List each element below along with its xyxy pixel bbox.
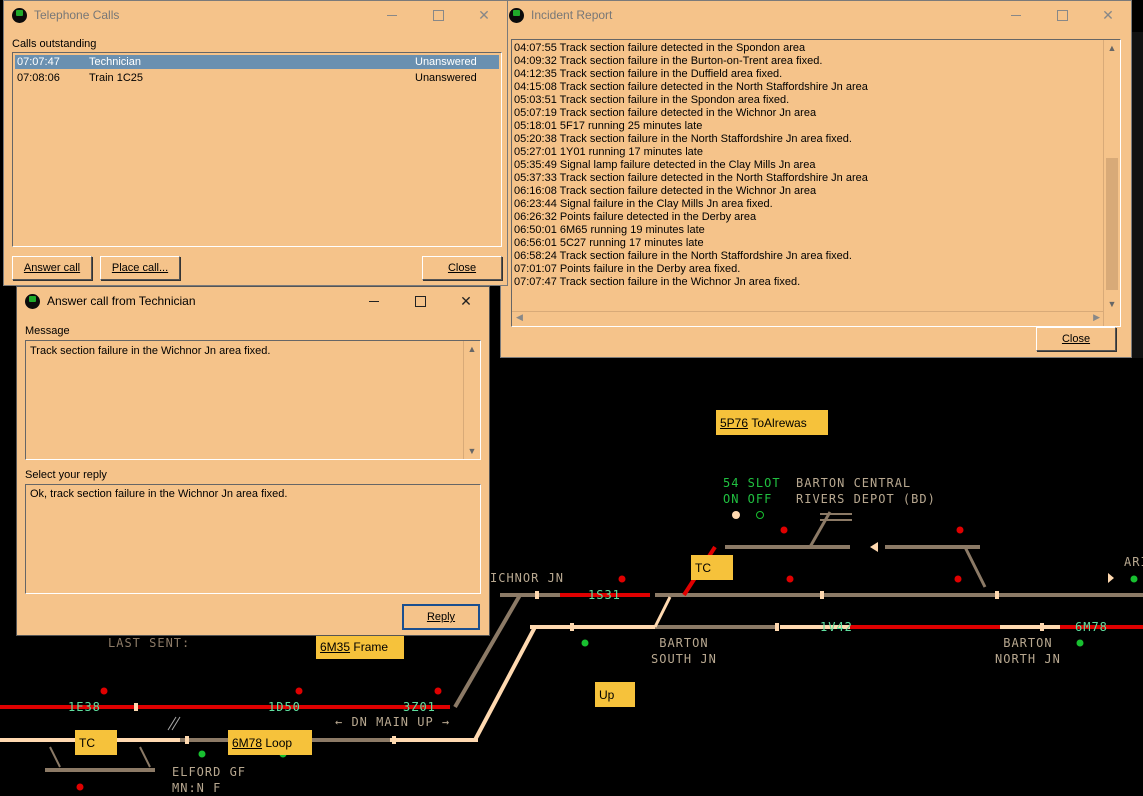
log-entry: 07:01:07 Points failure in the Derby are…	[514, 263, 741, 275]
close-icon[interactable]: ✕	[1085, 1, 1131, 29]
scroll-left-icon[interactable]: ◀	[516, 312, 523, 323]
call-caller: Train 1C25	[89, 72, 144, 84]
minimize-icon[interactable]	[351, 287, 397, 315]
wichnor-label: ICHNOR JN	[490, 571, 565, 585]
barton-north-label: BARTON NORTH JN	[995, 636, 1061, 666]
answer-call-titlebar[interactable]: Answer call from Technician ✕	[17, 287, 489, 315]
scroll-down-icon[interactable]: ▼	[464, 443, 480, 459]
close-icon[interactable]: ✕	[443, 287, 489, 315]
incident-log-entries: 04:07:55 Track section failure detected …	[514, 42, 868, 289]
call-time: 07:07:47	[17, 56, 60, 68]
call-caller: Technician	[89, 56, 141, 68]
message-label: Message	[25, 325, 70, 337]
log-entry: 05:35:49 Signal lamp failure detected in…	[514, 159, 816, 171]
log-entry: 07:07:47 Track section failure in the Wi…	[514, 276, 801, 288]
dn-main-up-label: ← DN MAIN UP →	[335, 715, 451, 729]
log-entry: 04:07:55 Track section failure detected …	[514, 42, 806, 54]
log-entry: 06:23:44 Signal failure in the Clay Mill…	[514, 198, 773, 210]
window-title: Answer call from Technician	[47, 294, 196, 308]
app-icon	[509, 7, 524, 23]
reply-list[interactable]: Ok, track section failure in the Wichnor…	[25, 484, 481, 594]
vertical-scrollbar[interactable]: ▲ ▼	[1103, 40, 1120, 326]
reply-option[interactable]: Ok, track section failure in the Wichnor…	[30, 488, 287, 500]
message-box[interactable]: Track section failure in the Wichnor Jn …	[25, 340, 481, 460]
scroll-up-icon[interactable]: ▲	[1104, 40, 1120, 56]
call-status: Unanswered	[415, 56, 477, 68]
train-tag-6m35[interactable]: 6M35 Frame	[316, 634, 404, 659]
close-icon[interactable]: ✕	[461, 1, 507, 29]
telephone-calls-titlebar[interactable]: Telephone Calls ✕	[4, 1, 507, 29]
berth-1e38[interactable]: 1E38	[68, 700, 101, 714]
reply-label: Select your reply	[25, 469, 107, 481]
window-title: Telephone Calls	[34, 8, 120, 22]
log-entry: 05:27:01 1Y01 running 17 minutes late	[514, 146, 703, 158]
app-icon	[25, 293, 40, 309]
train-tag-6m78[interactable]: 6M78 Loop	[228, 730, 312, 755]
reply-button[interactable]: Reply	[403, 605, 479, 629]
berth-3z01[interactable]: 3Z01	[403, 700, 436, 714]
tc-tag-lower[interactable]: TC	[75, 730, 117, 755]
scroll-thumb[interactable]	[1106, 158, 1118, 290]
log-entry: 06:16:08 Track section failure detected …	[514, 185, 817, 197]
log-entry: 06:56:01 5C27 running 17 minutes late	[514, 237, 704, 249]
call-time: 07:08:06	[17, 72, 60, 84]
elford-label: ELFORD GF MN:N F	[172, 765, 247, 795]
call-row[interactable]: 07:08:06 Train 1C25 Unanswered	[15, 71, 499, 85]
minimize-icon[interactable]	[369, 1, 415, 29]
message-scrollbar[interactable]: ▲ ▼	[463, 341, 480, 459]
calls-close-button[interactable]: Close	[422, 256, 502, 280]
barton-central-label: BARTON CENTRAL RIVERS DEPOT (BD)	[796, 476, 936, 506]
berth-6m78[interactable]: 6M78	[1075, 620, 1108, 634]
log-entry: 05:03:51 Track section failure in the Sp…	[514, 94, 790, 106]
place-call-button[interactable]: Place call...	[100, 256, 180, 280]
incident-report-window: Incident Report ✕ 04:07:55 Track section…	[500, 0, 1132, 358]
incident-report-titlebar[interactable]: Incident Report ✕	[501, 1, 1131, 29]
scroll-up-icon[interactable]: ▲	[464, 341, 480, 357]
calls-list[interactable]: 07:07:47 Technician Unanswered 07:08:06 …	[12, 52, 502, 247]
barton-south-label: BARTON SOUTH JN	[651, 636, 717, 666]
horizontal-scrollbar[interactable]: ◀ ▶	[512, 311, 1104, 326]
scroll-right-icon[interactable]: ▶	[1093, 312, 1100, 323]
log-entry: 06:50:01 6M65 running 19 minutes late	[514, 224, 705, 236]
app-icon	[12, 7, 27, 23]
call-status: Unanswered	[415, 72, 477, 84]
edge-label: ARI	[1124, 555, 1143, 569]
call-row[interactable]: 07:07:47 Technician Unanswered	[15, 55, 499, 69]
maximize-icon[interactable]	[1039, 1, 1085, 29]
berth-1s31[interactable]: 1S31	[588, 588, 621, 602]
train-tag-5p76[interactable]: 5P76 ToAlrewas	[716, 410, 828, 435]
log-entry: 05:37:33 Track section failure detected …	[514, 172, 868, 184]
window-title: Incident Report	[531, 8, 613, 22]
minimize-icon[interactable]	[993, 1, 1039, 29]
log-entry: 04:15:08 Track section failure detected …	[514, 81, 868, 93]
up-tag[interactable]: Up	[595, 682, 635, 707]
maximize-icon[interactable]	[415, 1, 461, 29]
berth-1v42[interactable]: 1V42	[820, 620, 853, 634]
log-entry: 06:58:24 Track section failure in the No…	[514, 250, 852, 262]
incident-close-button[interactable]: Close	[1036, 327, 1116, 351]
answer-call-window: Answer call from Technician ✕ Message Tr…	[16, 286, 490, 636]
answer-call-button[interactable]: Answer call	[12, 256, 92, 280]
log-entry: 05:07:19 Track section failure detected …	[514, 107, 817, 119]
maximize-icon[interactable]	[397, 287, 443, 315]
slot-label: 54 SLOT ON OFF	[723, 476, 781, 506]
log-entry: 04:09:32 Track section failure in the Bu…	[514, 55, 823, 67]
incident-log[interactable]: 04:07:55 Track section failure detected …	[511, 39, 1121, 327]
log-entry: 04:12:35 Track section failure in the Du…	[514, 68, 783, 80]
tc-tag-upper[interactable]: TC	[691, 555, 733, 580]
last-sent-label: LAST SENT:	[108, 636, 191, 650]
log-entry: 06:26:32 Points failure detected in the …	[514, 211, 757, 223]
telephone-calls-window: Telephone Calls ✕ Calls outstanding 07:0…	[3, 0, 508, 286]
log-entry: 05:18:01 5F17 running 25 minutes late	[514, 120, 703, 132]
scroll-down-icon[interactable]: ▼	[1104, 296, 1120, 312]
calls-outstanding-label: Calls outstanding	[12, 38, 97, 50]
message-text: Track section failure in the Wichnor Jn …	[30, 345, 271, 357]
berth-1d50[interactable]: 1D50	[268, 700, 301, 714]
log-entry: 05:20:38 Track section failure in the No…	[514, 133, 852, 145]
